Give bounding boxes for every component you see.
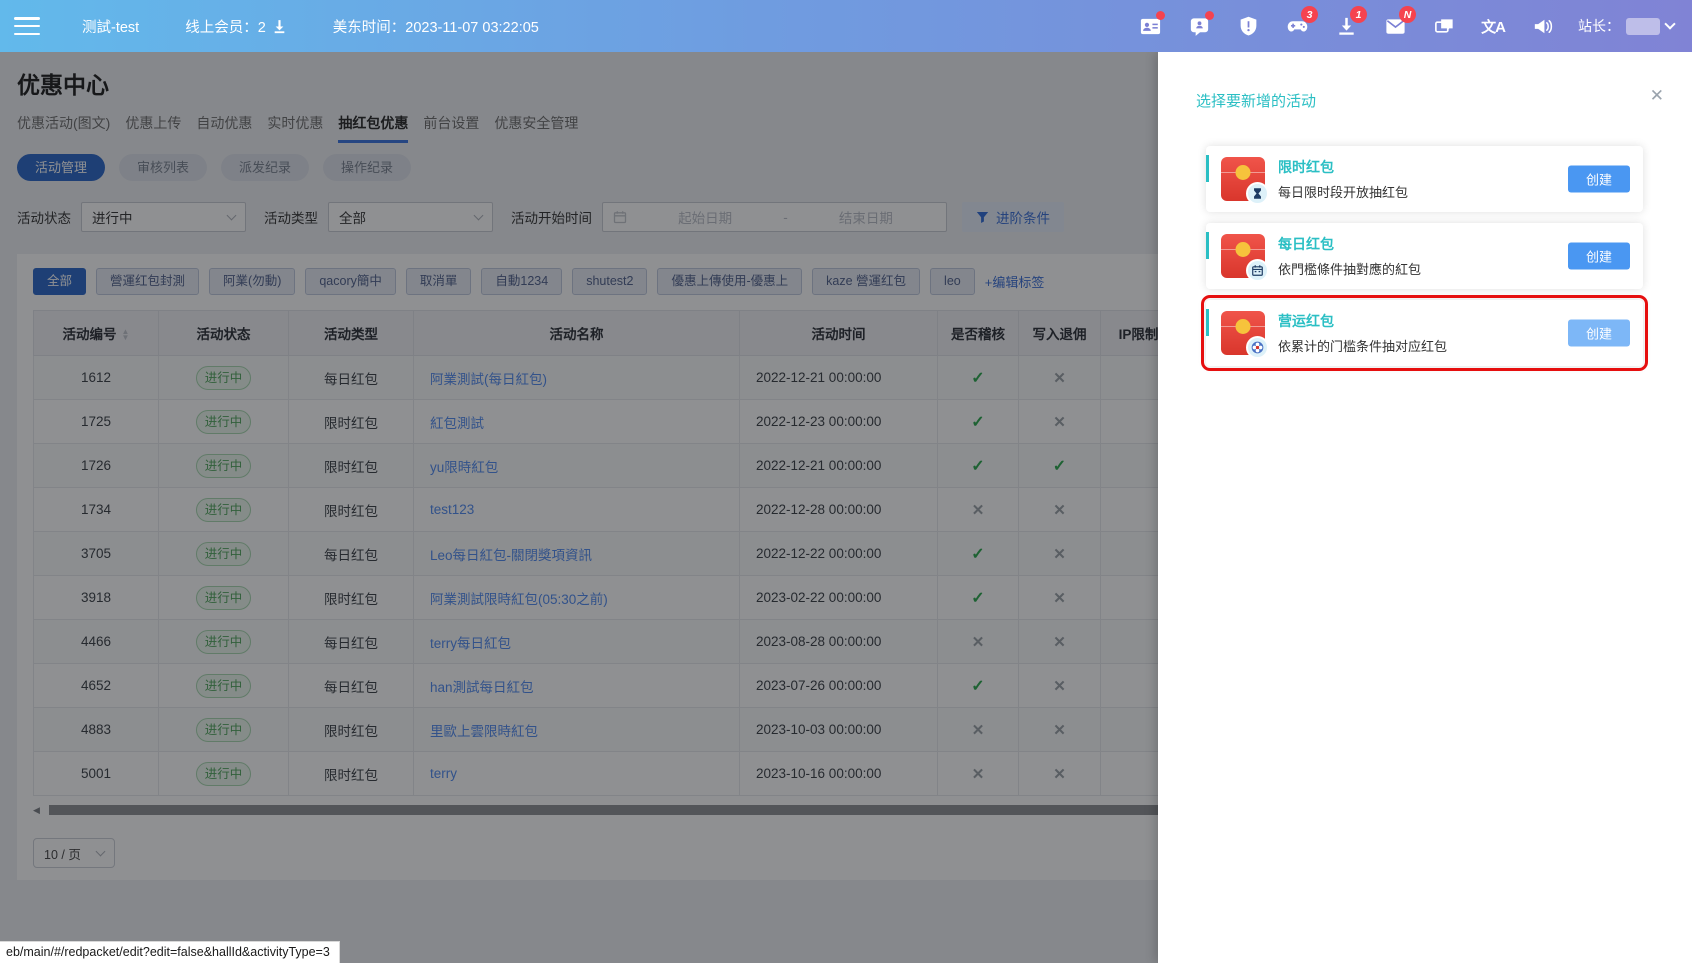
online-members[interactable]: 线上会员：2 <box>185 16 287 37</box>
card-text: 每日红包依門檻條件抽對應的紅包 <box>1278 234 1421 278</box>
contacts-card-icon-badge <box>1156 11 1165 20</box>
webmaster-menu[interactable]: 站长： <box>1578 16 1674 36</box>
app-screen: 测試-test 线上会员：2 美东时间：2023-11-07 03:22:05 … <box>0 0 1692 963</box>
calendar-icon <box>1246 259 1269 282</box>
download-icon[interactable]: 1 <box>1333 13 1359 39</box>
red-packet-icon <box>1221 157 1265 201</box>
create-button[interactable]: 创建 <box>1568 320 1630 347</box>
wheel-icon <box>1246 336 1269 359</box>
topbar: 测試-test 线上会员：2 美东时间：2023-11-07 03:22:05 … <box>0 0 1692 52</box>
card-description: 每日限时段开放抽红包 <box>1278 182 1408 201</box>
accent-bar <box>1206 309 1209 336</box>
chat-icon[interactable] <box>1431 13 1457 39</box>
card-description: 依門檻條件抽對應的紅包 <box>1278 259 1421 278</box>
chevron-down-icon <box>1664 18 1675 29</box>
online-members-label: 线上会员：2 <box>185 16 266 37</box>
red-packet-icon <box>1221 311 1265 355</box>
create-activity-panel: 选择要新增的活动 ✕ 限时红包每日限时段开放抽红包创建每日红包依門檻條件抽對應的… <box>1158 52 1692 963</box>
hourglass-icon <box>1246 182 1269 205</box>
create-button[interactable]: 创建 <box>1568 166 1630 193</box>
download-icon-badge: 1 <box>1350 6 1367 23</box>
mail-icon-badge: N <box>1399 6 1416 23</box>
activity-card-每日红包[interactable]: 每日红包依門檻條件抽對應的紅包 创建 <box>1206 223 1643 289</box>
topbar-icons: 31N 文A 站长： <box>1137 13 1674 39</box>
translate-icon[interactable]: 文A <box>1480 13 1506 39</box>
activity-card-限时红包[interactable]: 限时红包每日限时段开放抽红包 创建 <box>1206 146 1643 212</box>
card-title: 限时红包 <box>1278 157 1408 177</box>
announcement-icon[interactable] <box>1529 13 1555 39</box>
hall-name: 测試-test <box>82 16 139 37</box>
coin-icon <box>1236 165 1251 180</box>
games-gamepad-icon-badge: 3 <box>1301 6 1318 23</box>
webmaster-label: 站长： <box>1578 16 1620 36</box>
mail-icon[interactable]: N <box>1382 13 1408 39</box>
est-time: 美东时间：2023-11-07 03:22:05 <box>333 16 539 37</box>
coin-icon <box>1236 319 1251 334</box>
feedback-message-icon-badge <box>1205 11 1214 20</box>
card-title: 营运红包 <box>1278 311 1447 331</box>
hamburger-menu-icon[interactable] <box>14 17 40 35</box>
card-text: 营运红包依累计的门槛条件抽对应红包 <box>1278 311 1447 355</box>
activity-card-营运红包[interactable]: 营运红包依累计的门槛条件抽对应红包 创建 <box>1206 300 1643 366</box>
card-description: 依累计的门槛条件抽对应红包 <box>1278 336 1447 355</box>
browser-status-url: eb/main/#/redpacket/edit?edit=false&hall… <box>0 941 340 963</box>
webmaster-name-blurred <box>1626 18 1660 35</box>
security-shield-icon[interactable] <box>1235 13 1261 39</box>
translate-glyph: 文A <box>1481 16 1505 37</box>
games-gamepad-icon[interactable]: 3 <box>1284 13 1310 39</box>
download-arrow-icon[interactable] <box>272 19 287 34</box>
accent-bar <box>1206 155 1209 182</box>
card-text: 限时红包每日限时段开放抽红包 <box>1278 157 1408 201</box>
contacts-card-icon[interactable] <box>1137 13 1163 39</box>
feedback-message-icon[interactable] <box>1186 13 1212 39</box>
red-packet-icon <box>1221 234 1265 278</box>
accent-bar <box>1206 232 1209 259</box>
card-title: 每日红包 <box>1278 234 1421 254</box>
panel-title: 选择要新增的活动 <box>1196 90 1662 111</box>
close-icon[interactable]: ✕ <box>1650 86 1664 106</box>
activity-type-cards: 限时红包每日限时段开放抽红包创建每日红包依門檻條件抽對應的紅包创建营运红包依累计… <box>1196 146 1662 366</box>
coin-icon <box>1236 242 1251 257</box>
create-button[interactable]: 创建 <box>1568 243 1630 270</box>
